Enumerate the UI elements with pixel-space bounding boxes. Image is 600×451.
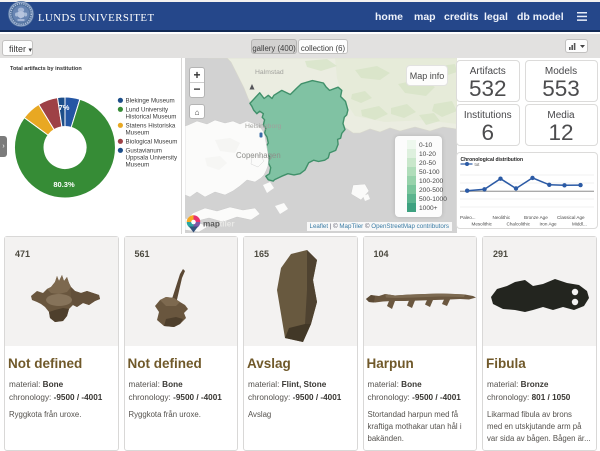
svg-text:1000+: 1000+ [419, 205, 438, 212]
svg-text:0-10: 0-10 [419, 142, 433, 149]
svg-text:100-200: 100-200 [419, 178, 444, 185]
svg-text:Classical Age: Classical Age [557, 215, 585, 220]
svg-text:80.3%: 80.3% [53, 180, 75, 189]
svg-text:Chronological distribution: Chronological distribution [460, 157, 523, 163]
svg-text:Museum: Museum [126, 162, 150, 169]
svg-text:Middl...: Middl... [572, 222, 587, 227]
svg-text:Uppsala University: Uppsala University [126, 155, 178, 162]
svg-text:7%: 7% [59, 103, 70, 112]
svg-text:tiler: tiler [220, 220, 236, 229]
svg-text:tot: tot [474, 162, 480, 167]
svg-text:Copenhagen: Copenhagen [236, 151, 281, 160]
svg-text:Bronze Age: Bronze Age [524, 215, 548, 220]
svg-text:Iron Age: Iron Age [539, 222, 557, 227]
svg-text:map: map [203, 220, 220, 229]
svg-text:50-100: 50-100 [419, 169, 440, 176]
svg-text:10-20: 10-20 [419, 151, 436, 158]
svg-text:Blekinge Museum: Blekinge Museum [126, 98, 175, 105]
svg-text:Helsingborg: Helsingborg [245, 123, 281, 130]
svg-text:Gustavianum: Gustavianum [126, 148, 162, 155]
svg-text:Halmstad: Halmstad [255, 69, 284, 76]
svg-text:200-500: 200-500 [419, 187, 444, 194]
svg-text:Historical Museum: Historical Museum [126, 114, 177, 121]
svg-text:Chalcolithic: Chalcolithic [506, 222, 530, 227]
svg-text:500-1000: 500-1000 [419, 196, 447, 203]
svg-text:Paleo...: Paleo... [460, 215, 476, 220]
svg-text:Neolithic: Neolithic [492, 215, 510, 220]
svg-text:Museum: Museum [126, 130, 150, 137]
svg-text:Biological Museum: Biological Museum [126, 139, 178, 146]
svg-text:20-50: 20-50 [419, 160, 436, 167]
svg-text:Mesolithic: Mesolithic [471, 222, 492, 227]
